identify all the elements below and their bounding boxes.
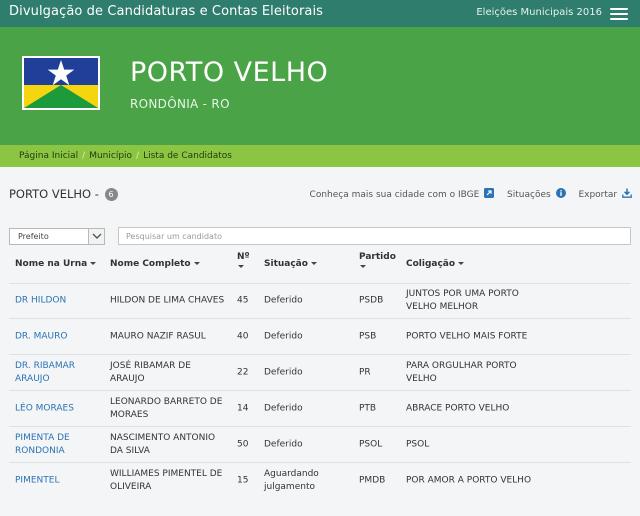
- top-bar: Divulgação de Candidaturas e Contas Elei…: [0, 0, 640, 27]
- candidate-full-name: NASCIMENTO ANTONIO DA SILVA: [110, 432, 216, 456]
- candidate-partido: PSDB: [359, 295, 384, 306]
- candidate-full-name: MAURO NAZIF RASUL: [110, 331, 206, 341]
- download-icon: [622, 188, 632, 198]
- candidate-count-badge: 6: [104, 188, 118, 201]
- sort-caret-icon: [310, 262, 317, 265]
- sort-caret-icon: [360, 265, 366, 268]
- table-row: DR. MAURO MAURO NAZIF RASUL 40 Deferido …: [9, 319, 631, 355]
- candidate-number: 15: [237, 475, 249, 486]
- candidate-partido: PR: [359, 367, 371, 377]
- candidate-situacao: Deferido: [264, 295, 303, 306]
- breadcrumb-municipio[interactable]: Município: [89, 151, 132, 161]
- table-row: LÉO MORAES LEONARDO BARRETO DE MORAES 14…: [9, 391, 631, 427]
- city-name: PORTO VELHO: [130, 57, 329, 88]
- candidate-number: 50: [237, 439, 249, 449]
- table-row: PIMENTA DE RONDONIA NASCIMENTO ANTONIO D…: [9, 427, 631, 463]
- candidate-number: 45: [237, 295, 249, 306]
- page-title: PORTO VELHO - 6: [9, 187, 118, 201]
- candidate-coligacao: ABRACE PORTO VELHO: [406, 403, 510, 413]
- candidate-partido: PSOL: [359, 439, 383, 449]
- candidate-number: 22: [237, 367, 249, 377]
- table-header: Nome na Urna Nome Completo Nº Situação P…: [0, 249, 640, 283]
- content-area: PORTO VELHO - 6 Conheça mais sua cidade …: [0, 167, 640, 516]
- external-link-icon: [484, 188, 495, 198]
- chevron-down-icon[interactable]: [88, 229, 104, 244]
- candidate-urna-link[interactable]: LÉO MORAES: [15, 402, 103, 415]
- candidate-situacao: Deferido: [264, 439, 303, 449]
- state-name: RONDÔNIA - RO: [130, 97, 230, 111]
- table-row: PIMENTEL WILLIAMES PIMENTEL DE OLIVEIRA …: [9, 463, 631, 499]
- hamburger-menu-icon[interactable]: [610, 8, 628, 20]
- breadcrumb-current: Lista de Candidatos: [143, 151, 232, 161]
- situacoes-link[interactable]: Situações: [507, 188, 568, 200]
- column-header-completo[interactable]: Nome Completo: [110, 259, 200, 269]
- election-label: Eleições Municipais 2016: [476, 7, 602, 18]
- column-header-numero[interactable]: Nº: [237, 252, 250, 272]
- column-header-partido[interactable]: Partido: [359, 252, 396, 272]
- candidate-urna-link[interactable]: DR. MAURO: [15, 330, 103, 343]
- candidate-number: 14: [237, 403, 249, 413]
- candidate-full-name: LEONARDO BARRETO DE MORAES: [110, 396, 223, 420]
- candidate-coligacao: PARA ORGULHAR PORTO VELHO: [406, 360, 517, 384]
- sort-caret-icon: [458, 262, 465, 265]
- column-header-urna[interactable]: Nome na Urna: [15, 259, 97, 269]
- cargo-select-value: Prefeito: [18, 232, 49, 241]
- action-links: Conheça mais sua cidade com o IBGE Situa…: [300, 188, 632, 200]
- column-header-coligacao[interactable]: Coligação: [406, 259, 465, 269]
- candidate-number: 40: [237, 331, 249, 341]
- rondonia-flag-icon: [22, 56, 100, 110]
- candidate-situacao: Deferido: [264, 367, 303, 377]
- candidate-coligacao: PSOL: [406, 439, 430, 449]
- app-title[interactable]: Divulgação de Candidaturas e Contas Elei…: [9, 4, 323, 19]
- column-header-situacao[interactable]: Situação: [264, 259, 317, 269]
- search-input[interactable]: [118, 227, 631, 245]
- info-icon: [555, 188, 566, 198]
- candidate-urna-link[interactable]: PIMENTA DE RONDONIA: [15, 432, 103, 458]
- candidate-coligacao: PORTO VELHO MAIS FORTE: [406, 331, 528, 341]
- candidate-partido: PMDB: [359, 475, 386, 486]
- city-header: PORTO VELHO RONDÔNIA - RO: [0, 27, 640, 145]
- candidate-partido: PSB: [359, 331, 377, 341]
- candidate-full-name: JOSÉ RIBAMAR DE ARAUJO: [110, 360, 191, 384]
- ibge-link[interactable]: Conheça mais sua cidade com o IBGE: [310, 188, 497, 200]
- candidate-urna-link[interactable]: DR. RIBAMAR ARAUJO: [15, 360, 103, 386]
- candidate-urna-link[interactable]: PIMENTEL: [15, 475, 103, 488]
- sort-caret-icon: [193, 262, 200, 265]
- page-title-text: PORTO VELHO -: [9, 187, 99, 201]
- candidate-urna-link[interactable]: DR HILDON: [15, 295, 103, 308]
- breadcrumb: Página Inicial / Município / Lista de Candid…: [0, 145, 640, 167]
- candidate-coligacao: JUNTOS POR UMA PORTO VELHO MELHOR: [406, 289, 519, 312]
- table-row: DR. RIBAMAR ARAUJO JOSÉ RIBAMAR DE ARAUJ…: [9, 355, 631, 391]
- candidate-partido: PTB: [359, 403, 377, 413]
- candidate-situacao: Deferido: [264, 403, 303, 413]
- exportar-link[interactable]: Exportar: [578, 188, 632, 200]
- table-row: DR HILDON HILDON DE LIMA CHAVES 45 Defer…: [9, 283, 631, 319]
- sort-caret-icon: [90, 262, 97, 265]
- cargo-select[interactable]: Prefeito: [9, 228, 105, 245]
- candidate-full-name: HILDON DE LIMA CHAVES: [110, 295, 225, 306]
- sort-caret-icon: [238, 265, 244, 268]
- candidate-situacao: Deferido: [264, 331, 303, 341]
- candidate-full-name: WILLIAMES PIMENTEL DE OLIVEIRA: [110, 469, 223, 492]
- candidate-coligacao: POR AMOR A PORTO VELHO: [406, 475, 532, 486]
- breadcrumb-home[interactable]: Página Inicial: [19, 151, 78, 161]
- candidate-situacao: Aguardando julgamento: [264, 469, 319, 492]
